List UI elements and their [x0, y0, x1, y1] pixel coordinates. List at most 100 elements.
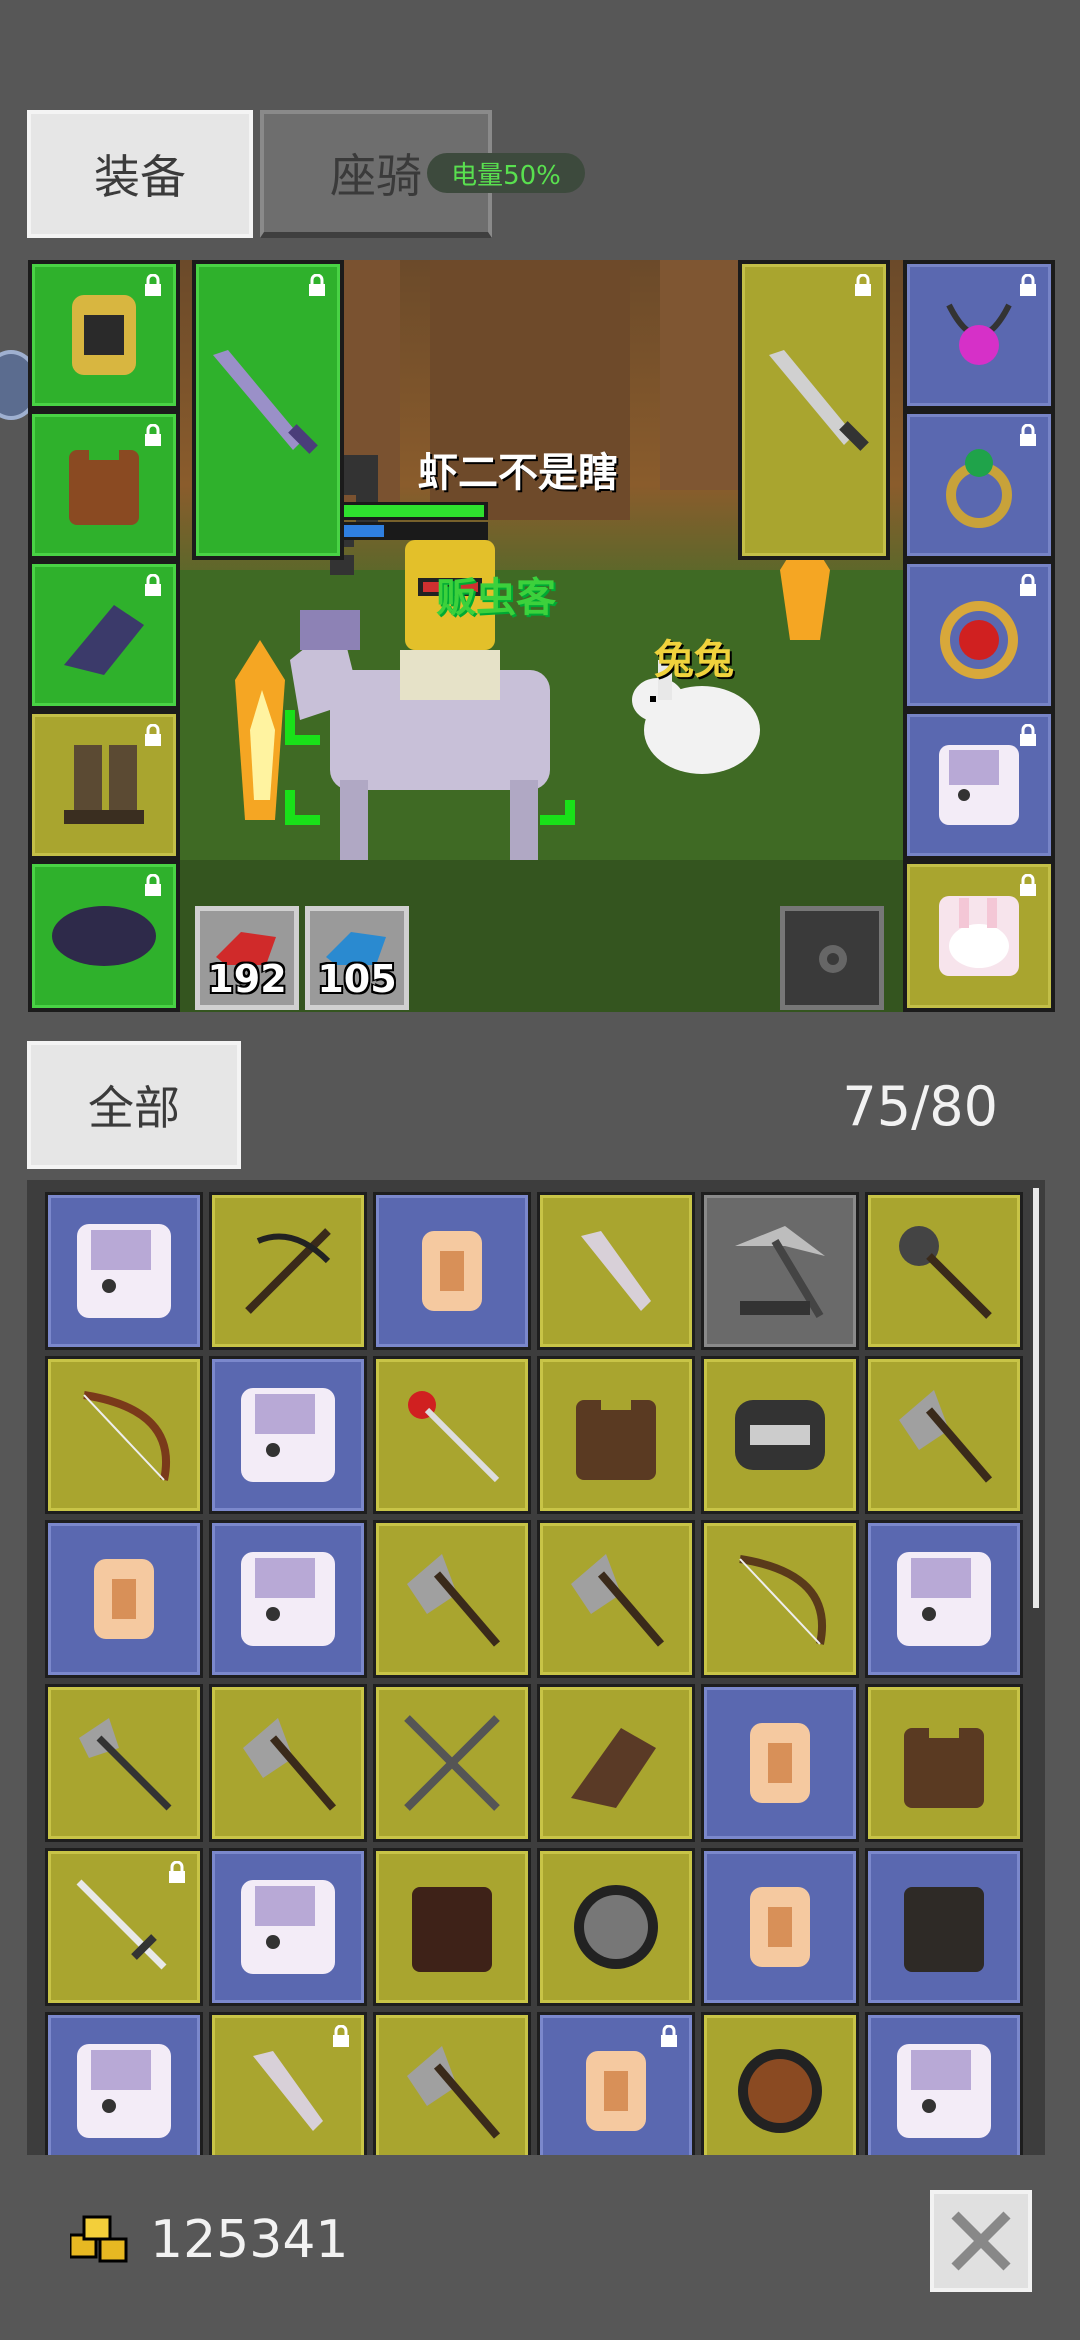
inventory-item[interactable] [865, 1192, 1023, 1350]
equip-slot-weapon[interactable] [192, 260, 344, 560]
inventory-item[interactable] [701, 1520, 859, 1678]
hp-potion-slot[interactable]: 192 [195, 906, 299, 1010]
lock-icon [309, 274, 325, 296]
leather-armor-icon [69, 445, 139, 525]
inventory-item[interactable] [45, 1192, 203, 1350]
close-icon [951, 2211, 1011, 2271]
inventory-item[interactable] [865, 2012, 1023, 2155]
inventory-item[interactable] [537, 1520, 695, 1678]
gold-helmet-icon [72, 295, 136, 375]
halberd-icon [79, 1718, 172, 1811]
player-name: 虾二不是瞎 [418, 450, 618, 496]
inventory-item[interactable] [537, 1356, 695, 1514]
equip-slot-offhand[interactable] [738, 260, 890, 560]
filter-all-button[interactable]: 全部 [27, 1041, 241, 1169]
equip-slot-pet-card[interactable] [903, 860, 1055, 1012]
equip-slot-gloves[interactable] [28, 560, 180, 710]
horse-portrait-icon [897, 2044, 991, 2138]
inventory-item[interactable] [209, 2012, 367, 2155]
dark-armor-icon [412, 1887, 492, 1972]
purple-sword-icon [213, 350, 318, 454]
inventory-item[interactable] [537, 1192, 695, 1350]
equip-slot-necklace[interactable] [903, 260, 1055, 410]
gold-coins-icon [70, 2215, 128, 2263]
equip-slot-mount-card[interactable] [903, 710, 1055, 860]
equip-slot-pants[interactable] [28, 860, 180, 1012]
mace-icon [899, 1226, 992, 1319]
equip-slot-boots[interactable] [28, 710, 180, 860]
gold-amount: 125341 [150, 2210, 349, 2270]
lock-icon [145, 874, 161, 896]
bow-icon [739, 1555, 827, 1645]
lock-icon [661, 2025, 677, 2047]
settings-button[interactable] [780, 906, 884, 1010]
inventory-item[interactable] [373, 1192, 531, 1350]
leather-armor-icon [904, 1723, 984, 1808]
axe-icon [407, 2046, 501, 2139]
inventory-item[interactable] [701, 1684, 859, 1842]
rabbit-portrait-icon [939, 896, 1019, 976]
inventory-item[interactable] [701, 1356, 859, 1514]
equip-slot-armor[interactable] [28, 410, 180, 560]
scroll-icon [586, 2051, 646, 2131]
inventory-item[interactable] [209, 1520, 367, 1678]
inventory-item[interactable] [865, 1356, 1023, 1514]
inventory-item[interactable] [373, 1520, 531, 1678]
inventory-item[interactable] [45, 1356, 203, 1514]
steel-pickaxe-icon [735, 1226, 825, 1319]
dagger-icon [253, 2051, 323, 2131]
inventory-item[interactable] [209, 1848, 367, 2006]
emerald-ring-icon [946, 449, 1012, 528]
inventory-item[interactable] [865, 1684, 1023, 1842]
inventory-item[interactable] [373, 1356, 531, 1514]
inventory-grid[interactable] [27, 1180, 1045, 2155]
horse-portrait-icon [939, 745, 1019, 825]
gloves-icon [64, 605, 144, 675]
inventory-item[interactable] [45, 1520, 203, 1678]
boots-icon [64, 745, 144, 824]
battery-indicator: 电量50% [427, 153, 585, 193]
inventory-scrollbar[interactable] [1033, 1188, 1039, 1608]
inventory-item[interactable] [45, 1848, 203, 2006]
equip-slot-helmet[interactable] [28, 260, 180, 410]
horse-portrait-icon [241, 1388, 335, 1482]
inventory-item[interactable] [373, 1684, 531, 1842]
equip-slot-ring-2[interactable] [903, 560, 1055, 710]
inventory-item[interactable] [865, 1848, 1023, 2006]
tab-equipment[interactable]: 装备 [27, 110, 253, 238]
close-button[interactable] [930, 2190, 1032, 2292]
gear-icon [819, 945, 847, 973]
scroll-icon [750, 1887, 810, 1967]
katana-icon [76, 1879, 167, 1970]
inventory-item[interactable] [701, 1192, 859, 1350]
inventory-item[interactable] [45, 2012, 203, 2155]
mp-potion-count: 105 [317, 957, 397, 1001]
inventory-item[interactable] [209, 1684, 367, 1842]
axe-icon [899, 1390, 993, 1483]
inventory-item[interactable] [209, 1356, 367, 1514]
lock-icon [855, 274, 871, 296]
inventory-item[interactable] [537, 1684, 695, 1842]
ruby-staff-icon [408, 1391, 500, 1483]
equip-slot-ring-1[interactable] [903, 410, 1055, 560]
steel-sword-icon [769, 350, 869, 451]
inventory-item[interactable] [701, 1848, 859, 2006]
filter-label: 全部 [88, 1081, 180, 1135]
tab-equipment-label: 装备 [94, 150, 186, 204]
inventory-item[interactable] [865, 1520, 1023, 1678]
inventory-item[interactable] [537, 2012, 695, 2155]
leather-armor-icon [576, 1395, 656, 1480]
inventory-item[interactable] [45, 1684, 203, 1842]
inventory-item[interactable] [537, 1848, 695, 2006]
axe-icon [571, 1554, 665, 1647]
scroll-icon [422, 1231, 482, 1311]
inventory-item[interactable] [701, 2012, 859, 2155]
round-shield-icon [574, 1885, 658, 1969]
mp-potion-slot[interactable]: 105 [305, 906, 409, 1010]
inventory-item[interactable] [373, 1848, 531, 2006]
inventory-item[interactable] [209, 1192, 367, 1350]
inventory-item[interactable] [373, 2012, 531, 2155]
dark-pants-icon [52, 906, 156, 966]
amulet-icon [946, 303, 1012, 365]
axe-icon [243, 1718, 337, 1811]
